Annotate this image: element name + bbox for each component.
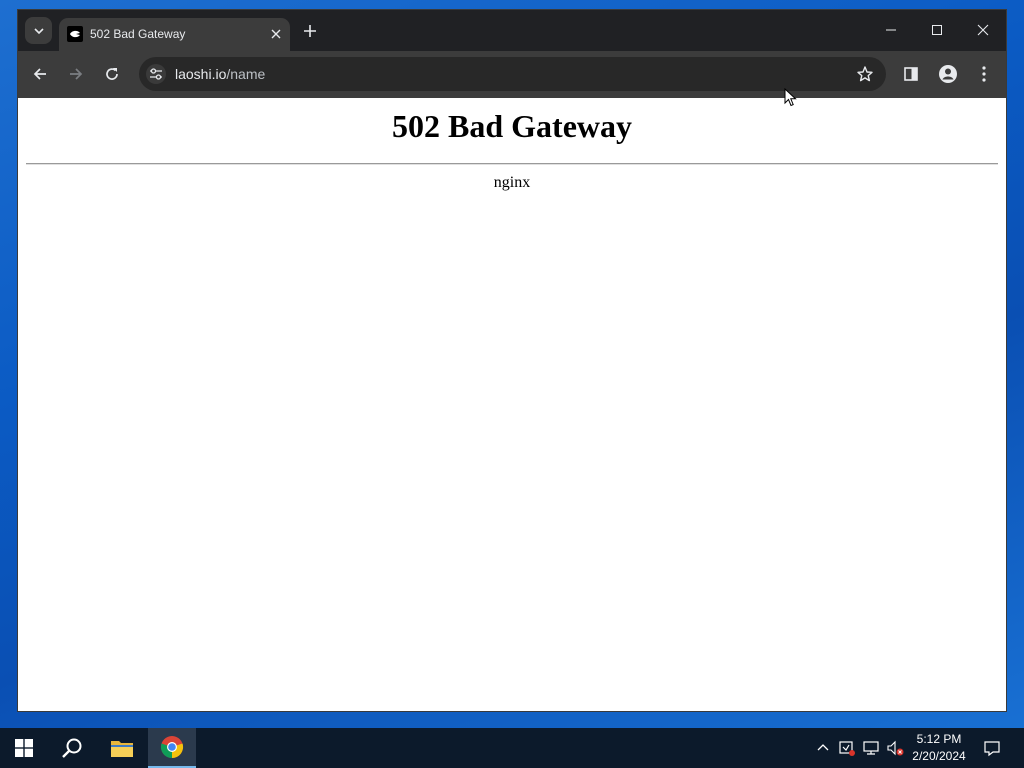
search-icon bbox=[62, 738, 82, 758]
folder-icon bbox=[111, 741, 133, 757]
clock-time: 5:12 PM bbox=[916, 732, 962, 746]
page-content: 502 Bad Gateway nginx bbox=[18, 98, 1006, 711]
file-explorer-button[interactable] bbox=[98, 728, 146, 768]
close-icon bbox=[977, 24, 989, 36]
site-info-button[interactable] bbox=[146, 64, 166, 84]
side-panel-button[interactable] bbox=[900, 63, 922, 85]
taskbar: 5:12 PM 2/20/2024 bbox=[0, 728, 1024, 768]
maximize-icon bbox=[932, 25, 942, 35]
url-path: /name bbox=[226, 66, 266, 82]
close-window-button[interactable] bbox=[969, 18, 997, 42]
mouse-cursor-icon bbox=[784, 88, 797, 107]
volume-muted-icon bbox=[887, 740, 904, 756]
start-button[interactable] bbox=[0, 728, 48, 768]
taskbar-clock[interactable]: 5:12 PM 2/20/2024 bbox=[906, 731, 972, 765]
maximize-button[interactable] bbox=[923, 18, 951, 42]
url-text[interactable]: laoshi.io/name bbox=[175, 66, 265, 82]
profile-button[interactable] bbox=[937, 63, 959, 85]
tab-close-button[interactable] bbox=[268, 26, 284, 42]
chrome-taskbar-button[interactable] bbox=[148, 728, 196, 768]
action-center-button[interactable] bbox=[982, 738, 1002, 758]
minimize-button[interactable] bbox=[877, 18, 905, 42]
tab-title: 502 Bad Gateway bbox=[90, 27, 186, 41]
search-button[interactable] bbox=[48, 728, 96, 768]
chevron-down-icon bbox=[33, 27, 44, 34]
server-name: nginx bbox=[493, 174, 531, 191]
arrow-right-icon bbox=[70, 68, 83, 80]
plus-icon bbox=[304, 25, 316, 37]
browser-window: 502 Bad Gateway laoshi.io/name 502 Bad G… bbox=[18, 10, 1006, 711]
network-button[interactable] bbox=[861, 738, 881, 758]
close-icon bbox=[271, 29, 281, 39]
tune-icon bbox=[150, 68, 162, 80]
tab-search-button[interactable] bbox=[25, 17, 52, 44]
menu-button[interactable] bbox=[973, 63, 995, 85]
new-tab-button[interactable] bbox=[300, 21, 320, 41]
chrome-icon bbox=[160, 736, 184, 759]
forward-button[interactable] bbox=[65, 63, 87, 85]
volume-button[interactable] bbox=[885, 738, 905, 758]
tray-status-button[interactable] bbox=[837, 738, 857, 758]
browser-toolbar: laoshi.io/name bbox=[18, 51, 1006, 98]
browser-tab[interactable]: 502 Bad Gateway bbox=[59, 18, 290, 51]
arrow-left-icon bbox=[33, 68, 46, 80]
back-button[interactable] bbox=[29, 63, 51, 85]
kebab-menu-icon bbox=[982, 66, 986, 82]
system-status-icon bbox=[839, 741, 855, 756]
site-favicon-icon bbox=[67, 26, 83, 42]
clock-date: 2/20/2024 bbox=[912, 749, 966, 763]
notification-icon bbox=[984, 741, 1000, 757]
reload-icon bbox=[106, 68, 118, 80]
address-bar[interactable]: laoshi.io/name bbox=[139, 57, 886, 91]
bookmark-button[interactable] bbox=[856, 65, 874, 83]
minimize-icon bbox=[886, 29, 896, 31]
reload-button[interactable] bbox=[101, 63, 123, 85]
star-icon bbox=[857, 66, 873, 82]
tab-strip: 502 Bad Gateway bbox=[18, 10, 1006, 51]
windows-logo-icon bbox=[15, 739, 33, 757]
network-icon bbox=[863, 741, 879, 755]
chevron-up-icon bbox=[817, 744, 829, 751]
show-hidden-icons-button[interactable] bbox=[813, 738, 833, 758]
divider bbox=[26, 163, 998, 165]
profile-icon bbox=[939, 65, 957, 83]
url-host: laoshi.io bbox=[175, 66, 227, 82]
page-title: 502 Bad Gateway bbox=[392, 108, 632, 144]
side-panel-icon bbox=[904, 67, 918, 81]
